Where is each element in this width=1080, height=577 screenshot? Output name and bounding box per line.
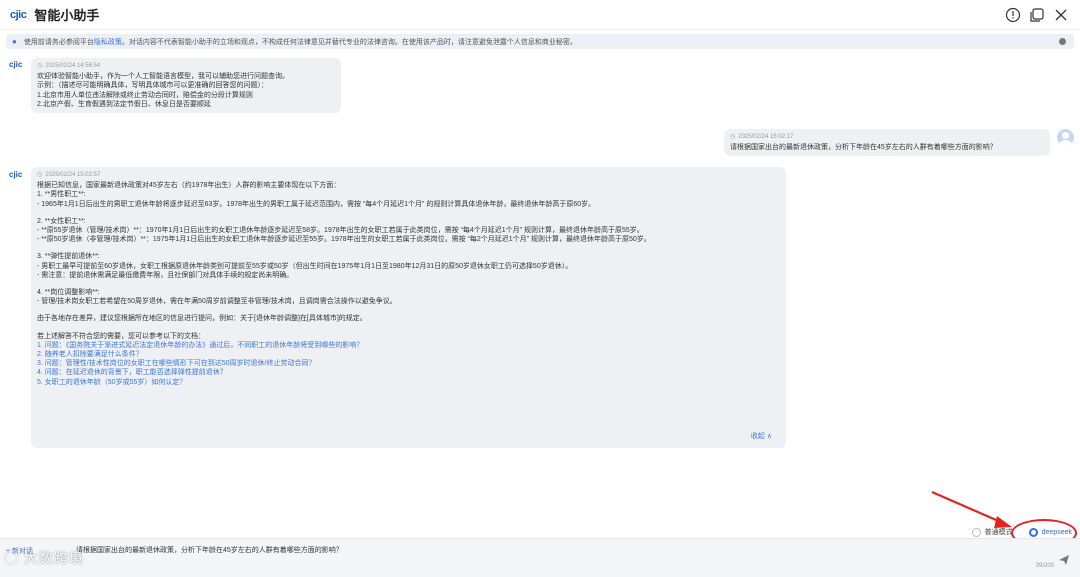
answer-section-title: 3. **弹性提前退休**:: [37, 253, 100, 261]
send-icon[interactable]: [1058, 553, 1070, 571]
notice-prefix: 使用前请务必参阅平台: [23, 38, 94, 46]
welcome-line: 1.北京市用人单位违法解除或终止劳动合同时，赔偿金的分段计算规则: [37, 91, 253, 99]
answer-line: - 管理/技术岗女职工若希望在50周岁退休，需在年满50周岁前调整至非管理/技术…: [37, 298, 397, 306]
watermark-text: 大数跨境: [23, 550, 84, 566]
answer-section-title: 4. **岗位调整影响**:: [37, 289, 100, 297]
reference-link[interactable]: 5. 女职工的退休年龄（50岁或55岁）如何认定？: [37, 378, 780, 387]
clock-icon: ◷: [37, 63, 43, 69]
notice-suffix: 。对话内容不代表智能小助手的立场和观点，不构成任何法律意见并替代专业的法律咨询。…: [121, 38, 577, 46]
notice-close-icon[interactable]: [1059, 38, 1066, 45]
answer-line: - **原50岁退休（非管理/技术岗）**：1975年1月1日后出生的女职工退休…: [37, 236, 651, 244]
collapse-button[interactable]: 收起 ∧: [751, 432, 772, 441]
answer-line: - 1965年1月1日后出生的男职工退休年龄将逐步延迟至63岁。1978年出生的…: [37, 200, 596, 208]
info-icon[interactable]: [1004, 6, 1022, 24]
message-timestamp: ◷ 2025/02/24 14:56:54: [37, 63, 101, 69]
user-avatar: [1057, 129, 1074, 146]
watermark: ◯ 大数跨境: [4, 548, 84, 568]
answer-section-title: 2. **女性职工**:: [37, 217, 86, 225]
privacy-notice-bar: ● 使用前请务必参阅平台 隐私政策 。对话内容不代表智能小助手的立场和观点，不构…: [6, 34, 1074, 49]
welcome-message: ◷ 2025/02/24 14:56:54 欢迎体验智能小助手，作为一个人工智能语…: [31, 58, 341, 114]
notice-bell-icon: ●: [12, 37, 17, 46]
mode-normal-label: 普通模式: [984, 529, 1013, 536]
radio-icon[interactable]: [971, 527, 981, 537]
message-timestamp: ◷ 2025/02/24 15:02:57: [37, 172, 101, 178]
answer-section-title: 1. **男性职工**:: [37, 191, 86, 199]
reference-link[interactable]: 1. 问题：《国务院关于渐进式延迟法定退休年龄的办法》通过后，不同职工的退休年龄…: [37, 341, 780, 350]
chat-input[interactable]: 请根据国家出台的最新退休政策，分析下年龄在45岁左右的人群有着哪些方面的影响？: [76, 545, 343, 555]
app-header: cjic 智能小助手: [0, 0, 1080, 30]
answer-message: ◷ 2025/02/24 15:02:57 根据已知信息，国家最新退休政策对45岁…: [31, 167, 786, 448]
chat-input-area: + 新对话 请根据国家出台的最新退休政策，分析下年龄在45岁左右的人群有着哪些方…: [0, 538, 1080, 577]
reference-link[interactable]: 4. 问题：在延迟退休的背景下，职工能否选择弹性提前退休？: [37, 368, 780, 377]
answer-line: - **原55岁退休（管理/技术岗）**：1970年1月1日后出生的女职工退休年…: [37, 227, 644, 235]
bot-avatar: cjic: [9, 60, 23, 69]
app-title: 智能小助手: [34, 8, 100, 23]
clock-icon: ◷: [730, 134, 736, 140]
reference-intro: 若上述解答不符合您的需要，您可以参考以下的文档：: [37, 332, 205, 340]
reference-link[interactable]: 2. 随养老人扣除要满足什么条件？: [37, 350, 780, 359]
answer-intro: 根据已知信息，国家最新退休政策对45岁左右（约1978年出生）人群的影响主要体现…: [37, 182, 341, 190]
window-controls: [1004, 6, 1070, 24]
app-logo: cjic: [10, 8, 27, 21]
privacy-policy-link[interactable]: 隐私政策: [94, 37, 122, 47]
reference-link[interactable]: 3. 问题：管理性/技术性岗位的女职工在哪些情形下可在到达50周岁时退休/终止劳…: [37, 359, 780, 368]
clock-icon: ◷: [37, 172, 43, 178]
user-message-text: 请根据国家出台的最新退休政策，分析下年龄在45岁左右的人群有着哪些方面的影响？: [730, 144, 997, 152]
user-message: ◷ 2025/02/24 15:02:17 请根据国家出台的最新退休政策，分析下年…: [724, 129, 1050, 157]
close-icon[interactable]: [1052, 6, 1070, 24]
message-timestamp: ◷ 2025/02/24 15:02:17: [730, 134, 794, 140]
mode-normal-option[interactable]: 普通模式: [971, 527, 1013, 537]
welcome-line: 示例：（描述尽可能明确具体，写明具体城市可以更准确的回答您的问题）：: [37, 82, 268, 90]
answer-advice: 由于各地存在差异，建议您根据所在地区的信息进行提问，例如：关于[退休年龄调整]在…: [37, 315, 367, 323]
char-counter: 39/200: [1035, 563, 1054, 569]
answer-line: - 男职工最早可提前至60岁退休，女职工根据原退休年龄类别可提前至55岁或50岁…: [37, 262, 573, 270]
watermark-logo-icon: ◯: [4, 550, 24, 566]
welcome-line: 欢迎体验智能小助手，作为一个人工智能语言模型，我可以辅助您进行问题查询。: [37, 73, 289, 81]
answer-line: - 需注意：提前退休需满足最低缴费年限，且社保部门对具体手续的规定尚未明确。: [37, 271, 294, 279]
welcome-line: 2.北京产假、生育假遇到法定节假日、休息日是否要顺延: [37, 100, 211, 108]
bot-avatar: cjic: [9, 170, 23, 179]
maximize-icon[interactable]: [1028, 6, 1046, 24]
